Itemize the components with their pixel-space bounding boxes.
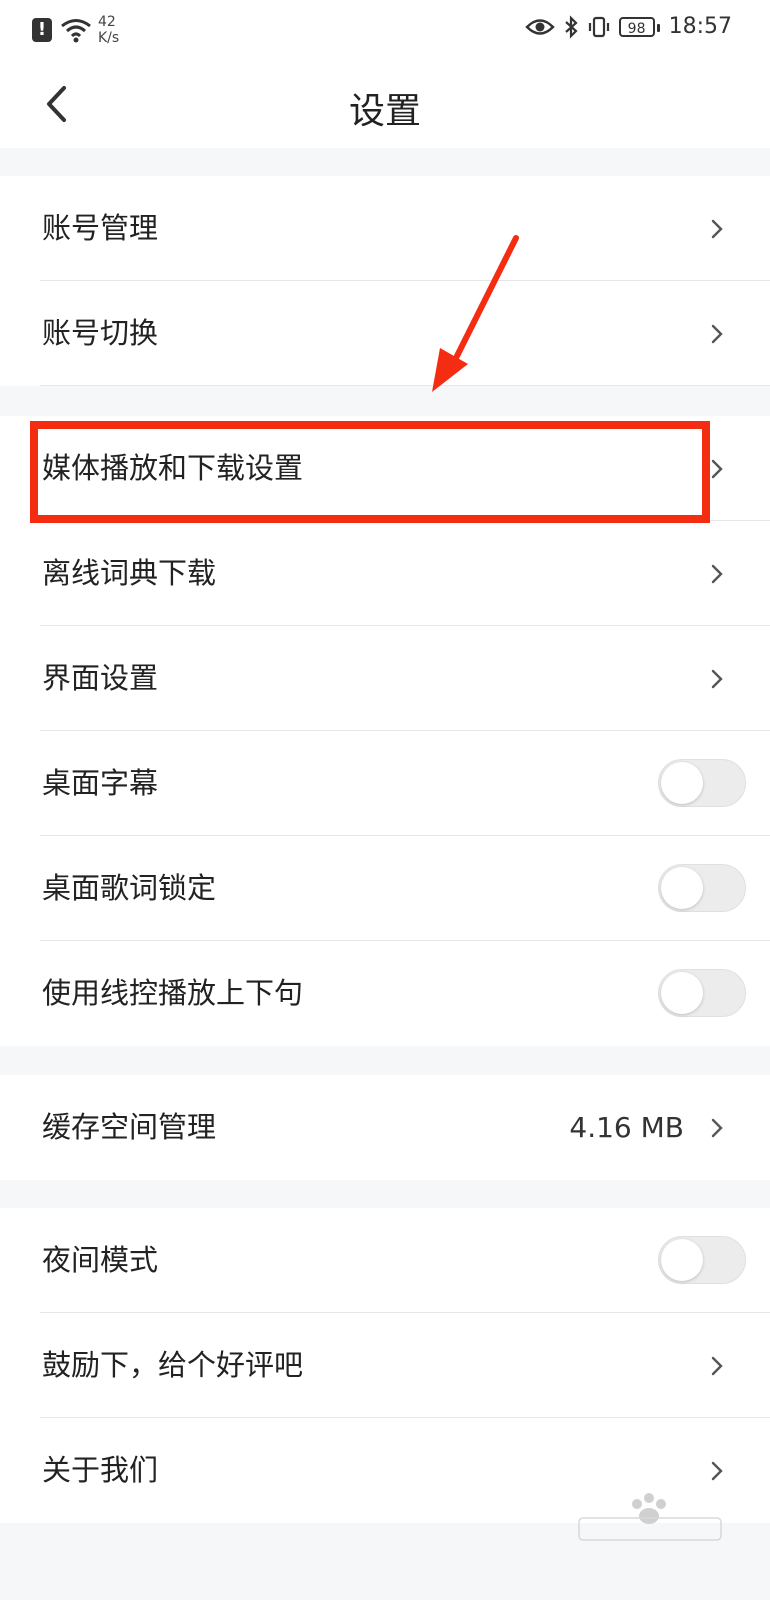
settings-group-media: 媒体播放和下载设置 离线词典下载 界面设置 桌面字幕 桌面歌词锁定 使用线控播放… <box>0 416 770 1046</box>
row-desktop-lyrics-lock: 桌面歌词锁定 <box>0 836 770 941</box>
status-left: ! 42 K/s <box>32 14 119 46</box>
net-speed-unit: K/s <box>98 30 120 46</box>
chevron-right-icon <box>711 1461 723 1481</box>
row-cache-management[interactable]: 缓存空间管理 4.16 MB <box>0 1075 770 1180</box>
settings-group-account: 账号管理 账号切换 <box>0 176 770 386</box>
toggle-knob <box>661 972 703 1014</box>
row-label: 关于我们 <box>42 1453 159 1487</box>
row-media-playback-download[interactable]: 媒体播放和下载设置 <box>0 416 770 521</box>
toggle-knob <box>661 867 703 909</box>
battery-icon: 98 <box>618 16 660 37</box>
night-mode-toggle[interactable] <box>658 1236 746 1284</box>
net-speed-value: 42 <box>98 14 116 30</box>
chevron-right-icon <box>711 324 723 344</box>
chevron-right-icon <box>711 669 723 689</box>
wifi-icon <box>61 19 91 43</box>
settings-group-misc: 夜间模式 鼓励下，给个好评吧 关于我们 <box>0 1208 770 1523</box>
chevron-right-icon <box>711 564 723 584</box>
row-label: 账号管理 <box>42 211 159 245</box>
bluetooth-icon <box>564 14 578 39</box>
status-time: 18:57 <box>668 14 732 39</box>
row-offline-dictionary[interactable]: 离线词典下载 <box>0 521 770 626</box>
row-account-switch[interactable]: 账号切换 <box>0 281 770 386</box>
status-right: 98 18:57 <box>524 14 732 39</box>
row-label: 账号切换 <box>42 316 159 350</box>
row-label: 鼓励下，给个好评吧 <box>42 1348 304 1382</box>
status-bar: ! 42 K/s 98 18:57 <box>0 0 770 62</box>
chevron-right-icon <box>711 459 723 479</box>
chevron-right-icon <box>711 1118 723 1138</box>
row-label: 媒体播放和下载设置 <box>42 451 304 485</box>
chevron-right-icon <box>711 1356 723 1376</box>
row-label: 桌面字幕 <box>42 766 159 800</box>
alert-icon: ! <box>32 18 52 42</box>
desktop-lyrics-lock-toggle[interactable] <box>658 864 746 912</box>
row-desktop-subtitle: 桌面字幕 <box>0 731 770 836</box>
row-rate-us[interactable]: 鼓励下，给个好评吧 <box>0 1313 770 1418</box>
row-label: 夜间模式 <box>42 1243 159 1277</box>
row-divider <box>40 385 770 386</box>
row-night-mode: 夜间模式 <box>0 1208 770 1313</box>
toggle-knob <box>661 762 703 804</box>
chevron-right-icon <box>711 219 723 239</box>
vibrate-icon <box>588 16 609 37</box>
row-interface-settings[interactable]: 界面设置 <box>0 626 770 731</box>
page-title: 设置 <box>348 91 421 132</box>
cache-size-value: 4.16 MB <box>569 1111 684 1144</box>
nav-bar: 设置 <box>0 62 770 148</box>
settings-group-cache: 缓存空间管理 4.16 MB <box>0 1075 770 1180</box>
row-label: 界面设置 <box>42 661 159 695</box>
toggle-knob <box>661 1239 703 1281</box>
red-arrow-icon <box>432 235 519 392</box>
row-label: 桌面歌词锁定 <box>42 871 217 905</box>
row-label: 离线词典下载 <box>42 556 217 590</box>
eye-icon <box>524 18 555 35</box>
net-speed: 42 K/s <box>98 14 119 46</box>
desktop-subtitle-toggle[interactable] <box>658 759 746 807</box>
baidu-jingyan-watermark-icon <box>578 1493 722 1541</box>
wired-control-toggle[interactable] <box>658 969 746 1017</box>
row-label: 缓存空间管理 <box>42 1110 217 1144</box>
row-label: 使用线控播放上下句 <box>42 976 304 1010</box>
row-wired-control: 使用线控播放上下句 <box>0 941 770 1046</box>
row-account-management[interactable]: 账号管理 <box>0 176 770 281</box>
